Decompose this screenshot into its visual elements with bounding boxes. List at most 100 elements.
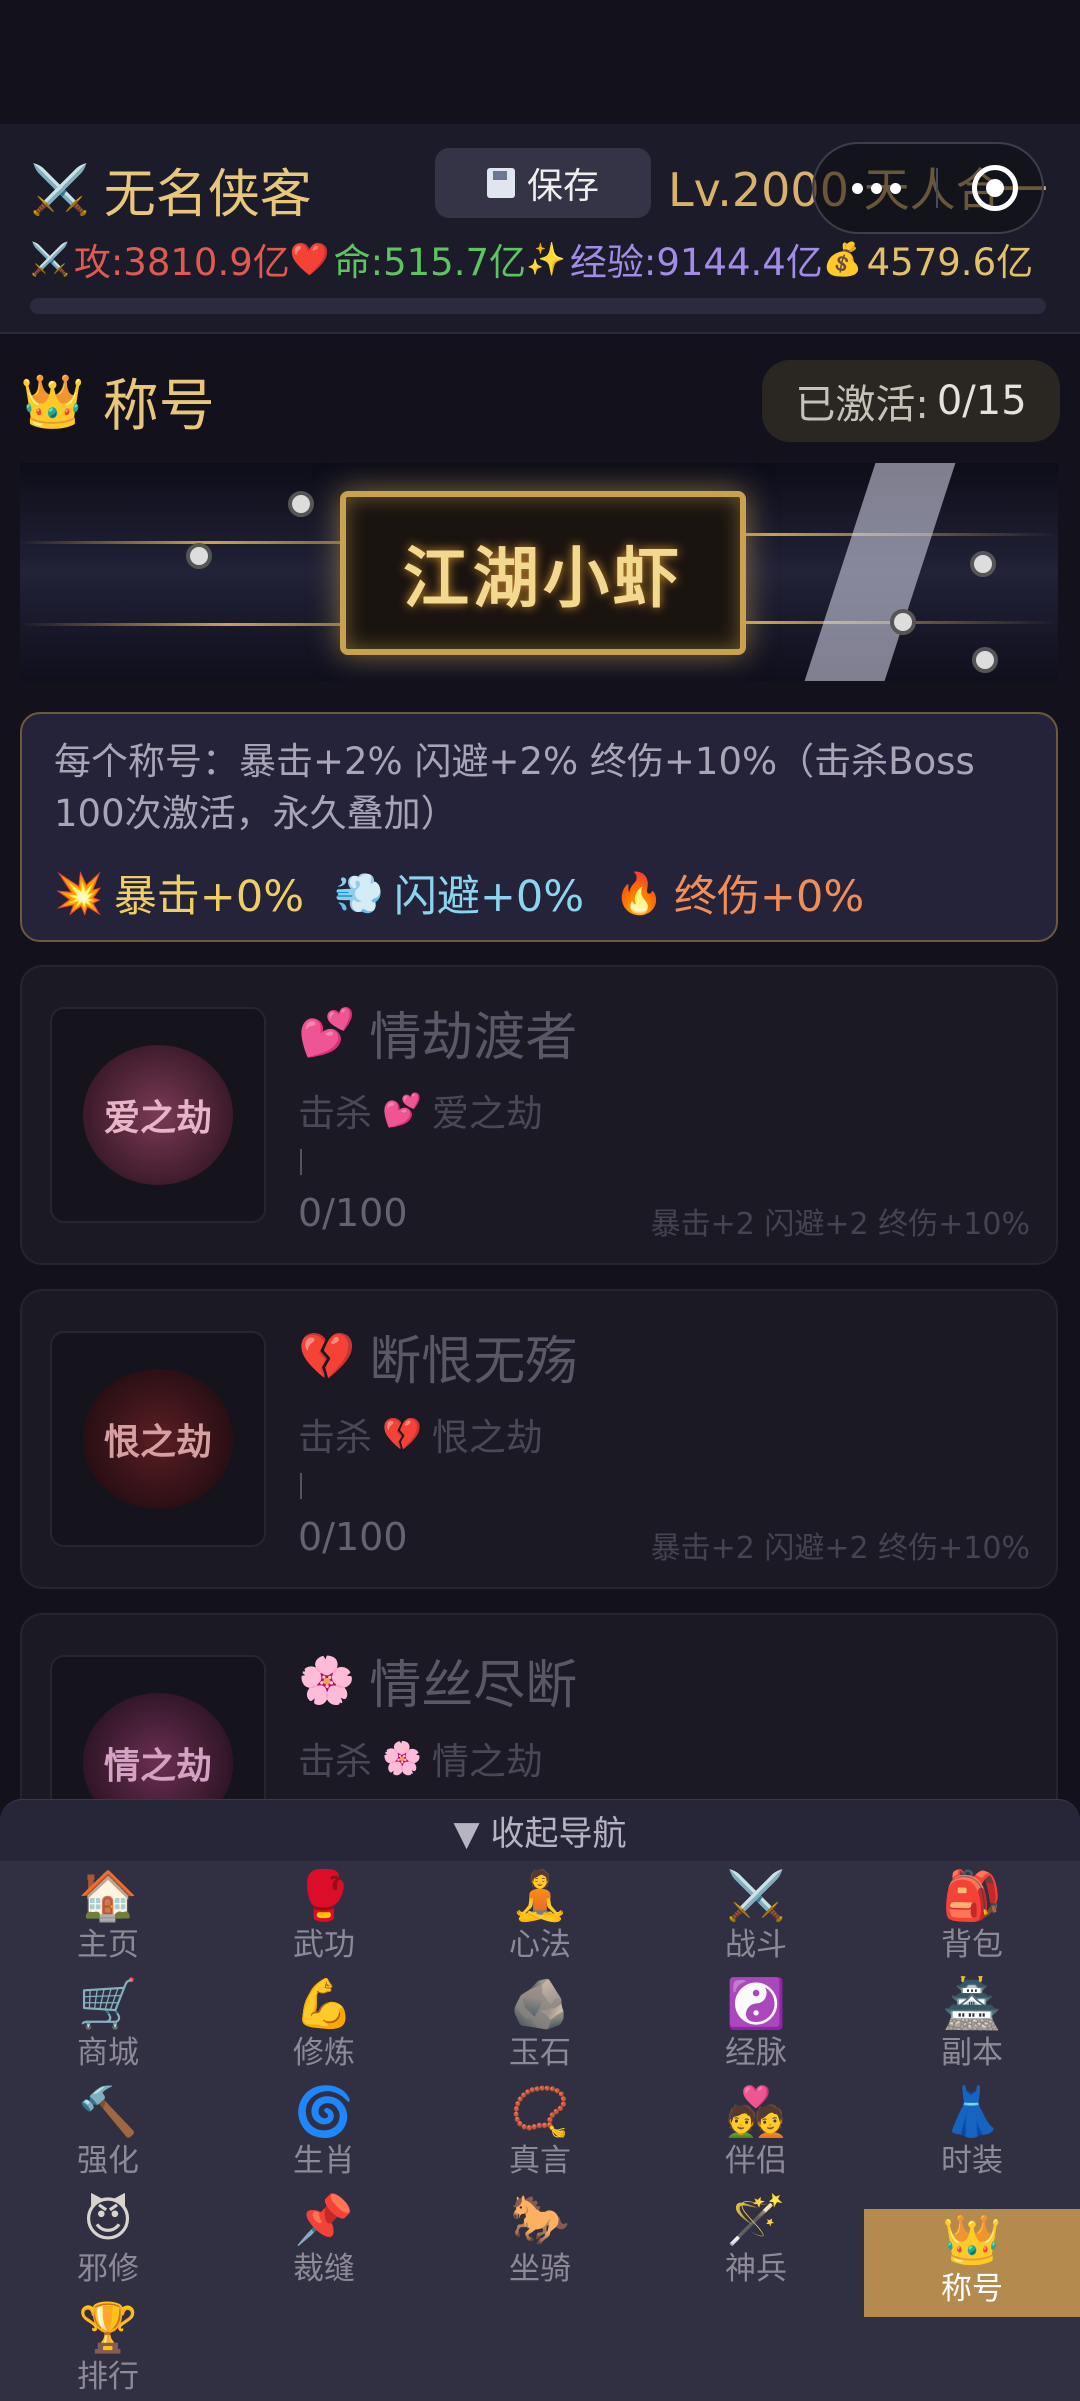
nav-item[interactable]: 📌 裁缝	[216, 2189, 432, 2297]
rock-icon: 🪨	[510, 1976, 570, 2032]
nav-item[interactable]: 🎒 背包	[864, 1865, 1080, 1973]
banner-orb	[972, 647, 998, 673]
nav-item[interactable]: 🪨 玉石	[432, 1973, 648, 2081]
banner-orb	[970, 551, 996, 577]
banner-orb	[288, 491, 314, 517]
nav-item[interactable]: 😈 邪修	[0, 2189, 216, 2297]
flexed-biceps-icon: 💪	[294, 1976, 354, 2032]
nav-item[interactable]: 💪 修炼	[216, 1973, 432, 2081]
yin-yang-icon: ☯️	[726, 1976, 786, 2032]
nav-item-label: 玉石	[509, 2035, 571, 2071]
title-thumbnail: 恨之劫	[50, 1331, 266, 1547]
current-title-banner: 江湖小虾	[20, 463, 1058, 681]
activated-badge: 已激活: 0/15	[762, 360, 1060, 442]
title-reward: 暴击+2 闪避+2 终伤+10%	[650, 1207, 1030, 1242]
gold-stat: 4579.6亿	[866, 241, 1034, 284]
heart-icon: ❤️	[289, 240, 330, 278]
title-name: 🌸 情丝尽断	[298, 1643, 577, 1718]
nav-item[interactable]: 🏆 排行	[0, 2297, 216, 2401]
nav-item-label: 称号	[941, 2271, 1003, 2307]
banner-light-streak	[804, 463, 956, 681]
crown-icon: 👑	[942, 2212, 1002, 2268]
section-title: 👑 称号	[20, 360, 215, 442]
sparkles-icon: ✨	[526, 240, 566, 278]
crown-icon: 👑	[20, 371, 85, 432]
nav-item-label: 真言	[509, 2143, 571, 2179]
nav-item-label: 坐骑	[509, 2251, 571, 2287]
meditation-icon: 🧘	[510, 1868, 570, 1924]
nav-item-label: 伴侣	[725, 2143, 787, 2179]
title-requirement: 击杀 🌸 情之劫	[298, 1731, 543, 1785]
magic-wand-icon: 🪄	[726, 2192, 786, 2248]
money-bag-icon: 💰	[822, 240, 863, 278]
title-name-text: 情丝尽断	[369, 1656, 578, 1716]
wind-icon: 💨	[334, 870, 384, 917]
cherry-blossom-icon: 🌸	[298, 1653, 356, 1707]
title-progress-count: 0/100	[298, 1191, 408, 1235]
nav-item[interactable]: 🥊 武功	[216, 1865, 432, 1973]
nav-item-label: 排行	[77, 2359, 139, 2395]
nav-item[interactable]: ☯️ 经脉	[648, 1973, 864, 2081]
horse-icon: 🐎	[510, 2192, 570, 2248]
nav-item-label: 强化	[77, 2143, 139, 2179]
backpack-icon: 🎒	[942, 1868, 1002, 1924]
nav-item[interactable]: 🧘 心法	[432, 1865, 648, 1973]
more-icon[interactable]	[852, 182, 901, 194]
collapse-nav-button[interactable]: ▼ 收起导航	[0, 1799, 1080, 1861]
crossed-swords-icon: ⚔️	[726, 1868, 786, 1924]
nav-item-label: 商城	[77, 2035, 139, 2071]
nav-item[interactable]: 🌀 生肖	[216, 2081, 432, 2189]
nav-item-label: 神兵	[725, 2251, 787, 2287]
title-reward: 暴击+2 闪避+2 终伤+10%	[650, 1531, 1030, 1566]
activated-value: 0/15	[936, 378, 1027, 424]
shopping-cart-icon: 🛒	[78, 1976, 138, 2032]
kill-label: 击杀	[298, 1092, 372, 1135]
title-emblem: 爱之劫	[83, 1045, 233, 1185]
final-damage-bonus: 终伤+0%	[673, 872, 865, 922]
broken-heart-icon: 💔	[298, 1329, 356, 1383]
capsule-divider	[935, 168, 938, 208]
title-card[interactable]: 爱之劫 💕 情劫渡者 击杀 💕 爱之劫 0/100 暴击+2 闪避+2 终伤+1…	[20, 965, 1058, 1265]
collision-icon: 💥	[54, 870, 104, 917]
nav-item[interactable]: 💑 伴侣	[648, 2081, 864, 2189]
nav-item[interactable]: 🐎 坐骑	[432, 2189, 648, 2297]
nav-item-label: 主页	[77, 1927, 139, 1963]
title-requirement: 击杀 💕 爱之劫	[298, 1083, 543, 1137]
mini-program-capsule[interactable]	[812, 142, 1044, 234]
nav-item-label: 经脉	[725, 2035, 787, 2071]
nav-item[interactable]: 👗 时装	[864, 2081, 1080, 2189]
broken-heart-icon: 💔	[382, 1415, 422, 1453]
save-button[interactable]: 保存	[435, 148, 651, 218]
nav-item[interactable]: 🛒 商城	[0, 1973, 216, 2081]
title-requirement: 击杀 💔 恨之劫	[298, 1407, 543, 1461]
nav-item[interactable]: 🏯 副本	[864, 1973, 1080, 2081]
nav-item-label: 修炼	[293, 2035, 355, 2071]
title-name-text: 情劫渡者	[369, 1008, 578, 1068]
nav-item[interactable]: 🏠 主页	[0, 1865, 216, 1973]
dress-icon: 👗	[942, 2084, 1002, 2140]
attack-icon: ⚔️	[30, 240, 70, 278]
nav-item[interactable]: 👑 称号	[864, 2209, 1080, 2317]
nav-item[interactable]: 📿 真言	[432, 2081, 648, 2189]
save-label: 保存	[526, 166, 599, 207]
attack-stat: 攻:3810.9亿	[73, 241, 290, 284]
kill-label: 击杀	[298, 1416, 372, 1459]
player-stats: ⚔️ 攻:3810.9亿 ❤️ 命:515.7亿 ✨ 经验:9144.4亿 💰 …	[30, 232, 1033, 286]
nav-item-label: 生肖	[293, 2143, 355, 2179]
nav-item-label: 武功	[293, 1927, 355, 1963]
title-progress-bar	[300, 1149, 302, 1175]
title-name: 💕 情劫渡者	[298, 995, 577, 1070]
title-emblem: 恨之劫	[83, 1369, 233, 1509]
nav-item[interactable]: ⚔️ 战斗	[648, 1865, 864, 1973]
exp-stat: 经验:9144.4亿	[569, 241, 823, 284]
title-thumbnail: 爱之劫	[50, 1007, 266, 1223]
cherry-blossom-icon: 🌸	[382, 1739, 422, 1777]
hp-stat: 命:515.7亿	[333, 241, 527, 284]
nav-item[interactable]: 🔨 强化	[0, 2081, 216, 2189]
title-card[interactable]: 恨之劫 💔 断恨无殇 击杀 💔 恨之劫 0/100 暴击+2 闪避+2 终伤+1…	[20, 1289, 1058, 1589]
nav-item[interactable]: 🪄 神兵	[648, 2189, 864, 2297]
fire-icon: 🔥	[614, 870, 664, 917]
two-hearts-icon: 💕	[382, 1091, 422, 1129]
dodge-bonus: 闪避+0%	[393, 872, 585, 922]
close-target-icon[interactable]	[972, 165, 1018, 211]
